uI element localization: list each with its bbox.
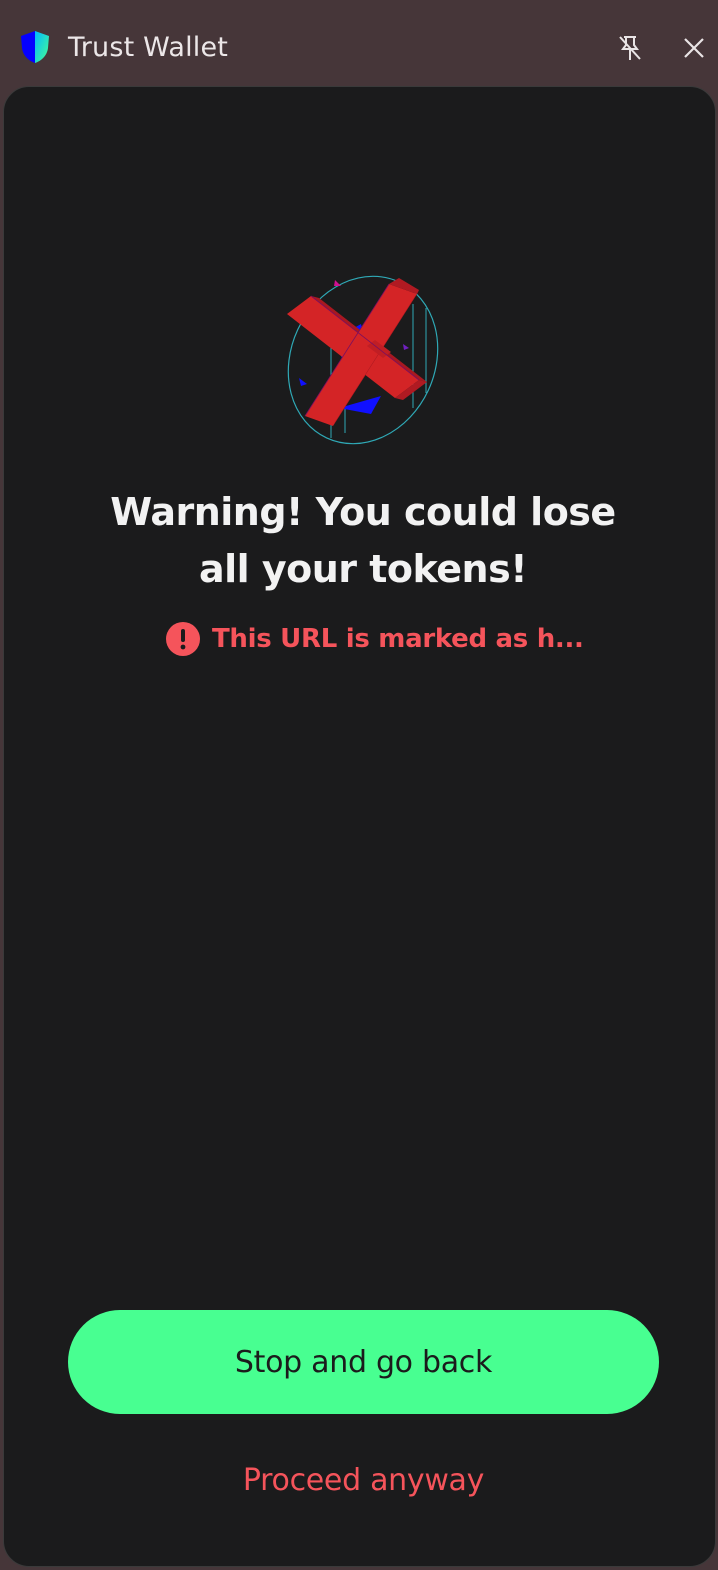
unpin-button[interactable]	[610, 30, 650, 66]
warning-message-text: This URL is marked as h...	[212, 624, 584, 654]
window-title: Trust Wallet	[68, 32, 229, 63]
unpin-icon	[619, 36, 641, 60]
exclamation-circle-icon	[166, 622, 200, 656]
red-x-warning-icon	[271, 268, 451, 448]
warning-heading: Warning! You could lose all your tokens!	[110, 490, 616, 591]
close-button[interactable]	[676, 30, 712, 66]
window-titlebar: Trust Wallet	[0, 0, 718, 92]
stop-and-go-back-button[interactable]: Stop and go back	[68, 1310, 659, 1414]
proceed-anyway-link[interactable]: Proceed anyway	[68, 1458, 659, 1504]
warning-message: This URL is marked as h...	[166, 620, 584, 658]
close-icon	[684, 38, 704, 58]
trust-wallet-shield-icon	[20, 30, 50, 64]
